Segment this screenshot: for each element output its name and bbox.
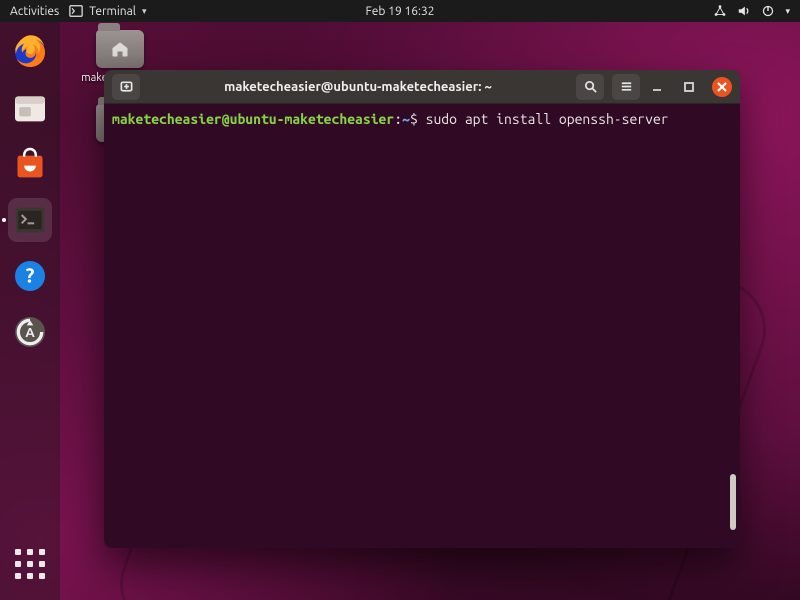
- terminal-icon: [69, 4, 83, 18]
- network-icon[interactable]: [713, 4, 727, 18]
- window-title: maketecheasier@ubuntu-maketecheasier: ~: [224, 80, 492, 94]
- dropdown-icon: ▾: [142, 6, 147, 17]
- prompt-colon: :: [394, 111, 402, 127]
- maximize-button[interactable]: [680, 78, 698, 96]
- close-icon: [717, 82, 727, 92]
- hamburger-menu-button[interactable]: [612, 74, 640, 100]
- maximize-icon: [682, 80, 696, 94]
- power-icon[interactable]: [761, 4, 775, 18]
- dock-software[interactable]: [8, 142, 52, 186]
- terminal-body[interactable]: maketecheasier@ubuntu-maketecheasier:~$ …: [104, 104, 740, 548]
- search-icon: [583, 79, 598, 94]
- terminal-icon: [10, 200, 50, 240]
- updater-icon: A: [10, 312, 50, 352]
- close-button[interactable]: [712, 77, 732, 97]
- terminal-command: sudo apt install openssh-server: [418, 111, 669, 127]
- app-menu-label: Terminal: [89, 5, 136, 18]
- scrollbar-thumb[interactable]: [730, 474, 736, 530]
- grid-icon: [12, 546, 48, 582]
- dock-help[interactable]: ?: [8, 254, 52, 298]
- top-bar: Activities Terminal ▾ Feb 19 16:32 ▾: [0, 0, 800, 22]
- new-tab-icon: [119, 79, 134, 94]
- folder-icon: [96, 30, 144, 68]
- svg-text:A: A: [25, 325, 35, 340]
- dock-files[interactable]: [8, 86, 52, 130]
- files-icon: [10, 88, 50, 128]
- minimize-icon: [650, 80, 664, 94]
- dock: ? A: [0, 22, 60, 600]
- shopping-bag-icon: [10, 144, 50, 184]
- terminal-window: maketecheasier@ubuntu-maketecheasier: ~: [104, 70, 740, 548]
- menu-icon: [619, 79, 634, 94]
- prompt-dollar: $: [410, 111, 418, 127]
- dock-updater[interactable]: A: [8, 310, 52, 354]
- window-titlebar[interactable]: maketecheasier@ubuntu-maketecheasier: ~: [104, 70, 740, 104]
- help-icon: ?: [10, 256, 50, 296]
- app-menu[interactable]: Terminal ▾: [69, 4, 146, 18]
- dock-show-apps[interactable]: [8, 542, 52, 586]
- search-button[interactable]: [576, 74, 604, 100]
- prompt-path: ~: [402, 111, 410, 127]
- new-tab-button[interactable]: [112, 74, 140, 100]
- dock-firefox[interactable]: [8, 30, 52, 74]
- activities-button[interactable]: Activities: [10, 5, 59, 18]
- system-menu-chevron-icon[interactable]: ▾: [785, 6, 790, 17]
- svg-text:?: ?: [26, 264, 35, 287]
- volume-icon[interactable]: [737, 4, 751, 18]
- dock-terminal[interactable]: [8, 198, 52, 242]
- running-indicator-icon: [2, 218, 6, 222]
- minimize-button[interactable]: [648, 78, 666, 96]
- clock[interactable]: Feb 19 16:32: [365, 5, 434, 18]
- prompt-user: maketecheasier@ubuntu-maketecheasier: [112, 111, 394, 127]
- firefox-icon: [10, 32, 50, 72]
